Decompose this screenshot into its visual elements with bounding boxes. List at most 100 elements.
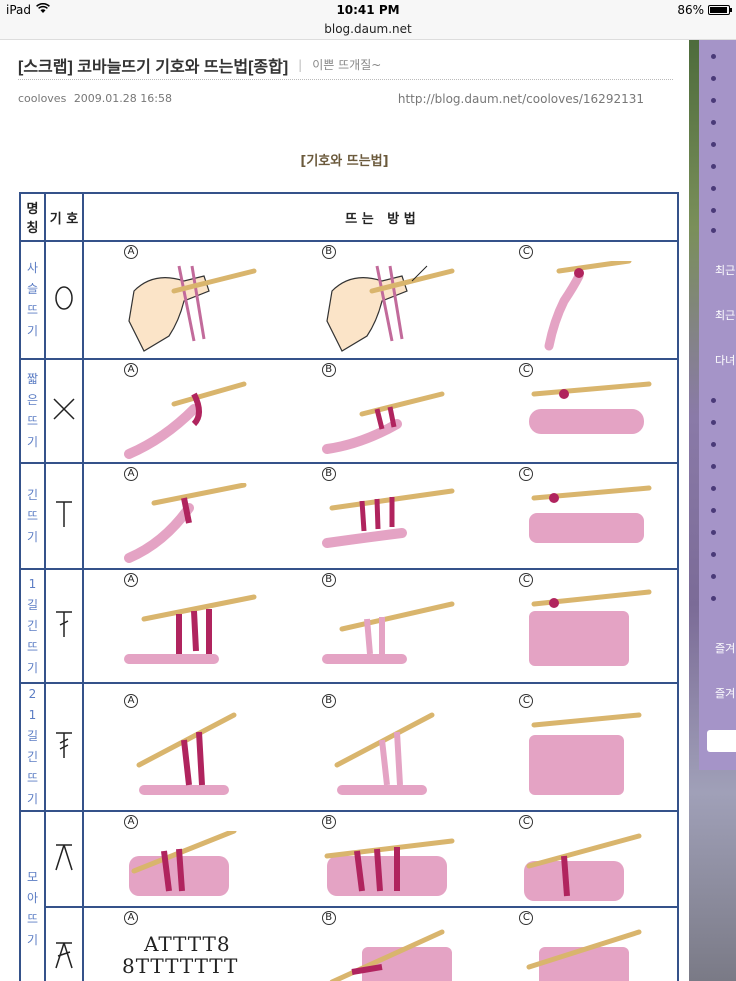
step-label: A xyxy=(124,911,138,925)
sidebar-link-favorites-1[interactable]: 즐겨 xyxy=(715,640,735,656)
step-b: B xyxy=(282,813,480,905)
step-label: B xyxy=(321,911,336,925)
method-cell: A B C xyxy=(82,682,679,812)
step-label: B xyxy=(321,815,336,829)
step-label: A xyxy=(124,573,138,587)
header-method: 뜨 는 방 법 xyxy=(82,192,679,242)
treble-crochet-illustration xyxy=(136,712,237,795)
status-bar: iPad 10:41 PM 86% xyxy=(0,0,736,22)
list-bullet-icon xyxy=(711,464,716,469)
sidebar-link-visited[interactable]: 다녀 xyxy=(715,352,735,368)
chain-illustration xyxy=(544,261,632,351)
list-bullet-icon xyxy=(711,120,716,125)
step-label: B xyxy=(321,694,336,708)
step-a: A xyxy=(84,361,282,461)
single-crochet-illustration xyxy=(321,391,445,454)
table-row: 사슬뜨기 A B C xyxy=(19,240,679,360)
list-bullet-icon xyxy=(711,508,716,513)
blog-sidebar: 최근 최근 다녀 즐겨 즐겨 xyxy=(689,40,736,981)
row-name: 짧은뜨기 xyxy=(19,358,46,464)
list-bullet-icon xyxy=(711,574,716,579)
treble-crochet-illustration xyxy=(529,712,642,795)
treble-crochet-illustration xyxy=(334,712,435,795)
double-crochet-illustration xyxy=(529,589,652,666)
list-bullet-icon xyxy=(711,596,716,601)
method-cell: A B C xyxy=(82,462,679,570)
method-cell: A B C xyxy=(82,810,679,908)
step-b: B xyxy=(282,361,480,461)
step-label: C xyxy=(519,815,534,829)
post-title[interactable]: [스크랩] 코바늘뜨기 기호와 뜨는법[종합] xyxy=(18,53,288,77)
table-row: 긴뜨기 A B C xyxy=(19,462,679,570)
method-cell: A B C xyxy=(82,568,679,684)
step-b: B xyxy=(282,571,480,681)
sidebar-link-favorites-2[interactable]: 즐겨 xyxy=(715,685,735,701)
title-separator: | xyxy=(298,57,303,72)
list-bullet-icon xyxy=(711,186,716,191)
list-bullet-icon xyxy=(711,228,716,233)
step-label: A xyxy=(124,245,138,259)
step-c: C xyxy=(479,361,677,461)
table-row: A ATTTT8 8TTTTTTT B C xyxy=(20,906,679,981)
x-symbol-icon xyxy=(44,358,84,464)
table-row: 짧은뜨기 A B C xyxy=(19,358,679,464)
chart-glyphs: ATTTT8 8TTTTTTT xyxy=(122,933,238,977)
list-bullet-icon xyxy=(711,530,716,535)
step-c: C xyxy=(479,813,677,905)
row-name: 모아뜨기 xyxy=(19,810,46,981)
step-c: C xyxy=(479,692,677,802)
cluster-symbol-icon xyxy=(44,810,84,908)
step-b: B xyxy=(282,692,480,802)
list-bullet-icon xyxy=(711,76,716,81)
step-c: C xyxy=(479,909,677,981)
post-category[interactable]: 이쁜 뜨개질~ xyxy=(312,56,381,73)
clock: 10:41 PM xyxy=(336,3,400,17)
hand-chain-illustration xyxy=(128,265,257,352)
list-bullet-icon xyxy=(711,442,716,447)
cluster-illustration xyxy=(329,929,452,981)
list-bullet-icon xyxy=(711,486,716,491)
section-title: [기호와 뜨는법] xyxy=(300,154,389,169)
t-double-slash-symbol-icon xyxy=(44,682,84,812)
blog-post: [스크랩] 코바늘뜨기 기호와 뜨는법[종합] | 이쁜 뜨개질~ coolov… xyxy=(0,40,689,981)
step-label: C xyxy=(519,467,534,481)
stitch-table: 명칭 기 호 뜨 는 방 법 사슬뜨기 A B C 짧은뜨기 A B C 긴뜨기… xyxy=(19,192,679,981)
step-b: B xyxy=(282,909,480,981)
post-author[interactable]: cooloves xyxy=(18,92,66,105)
step-label: C xyxy=(519,363,534,377)
t-symbol-icon xyxy=(44,462,84,570)
cluster-illustration xyxy=(526,929,642,981)
sidebar-link-recent-1[interactable]: 최근 xyxy=(715,262,735,278)
battery-percent: 86% xyxy=(677,3,704,17)
post-permalink[interactable]: http://blog.daum.net/cooloves/16292131 xyxy=(398,92,644,106)
list-bullet-icon xyxy=(711,54,716,59)
row-name: 긴뜨기 xyxy=(19,462,46,570)
double-crochet-illustration xyxy=(124,594,257,664)
step-label: A xyxy=(124,815,138,829)
row-name: 21길긴뜨기 xyxy=(19,682,46,812)
sidebar-search-input[interactable] xyxy=(707,730,736,752)
half-double-illustration xyxy=(529,485,652,543)
step-a: A xyxy=(84,465,282,567)
sidebar-panel xyxy=(699,40,736,770)
step-c: C xyxy=(479,465,677,567)
step-label: C xyxy=(519,245,534,259)
list-bullet-icon xyxy=(711,420,716,425)
step-c: C xyxy=(479,571,677,681)
step-b: B xyxy=(282,465,480,567)
step-label: C xyxy=(519,911,534,925)
list-bullet-icon xyxy=(711,164,716,169)
cluster-2-symbol-icon xyxy=(44,906,84,981)
method-cell: A B C xyxy=(82,358,679,464)
list-bullet-icon xyxy=(711,398,716,403)
chain-symbol-icon xyxy=(44,240,84,360)
half-double-illustration xyxy=(124,483,247,563)
step-a: A xyxy=(84,692,282,802)
battery-icon xyxy=(708,5,732,15)
sidebar-link-recent-2[interactable]: 최근 xyxy=(715,307,735,323)
step-label: A xyxy=(124,363,138,377)
address-bar[interactable]: blog.daum.net xyxy=(0,22,736,40)
half-double-illustration xyxy=(321,488,455,548)
step-b: B xyxy=(282,243,480,357)
t-slash-symbol-icon xyxy=(44,568,84,684)
